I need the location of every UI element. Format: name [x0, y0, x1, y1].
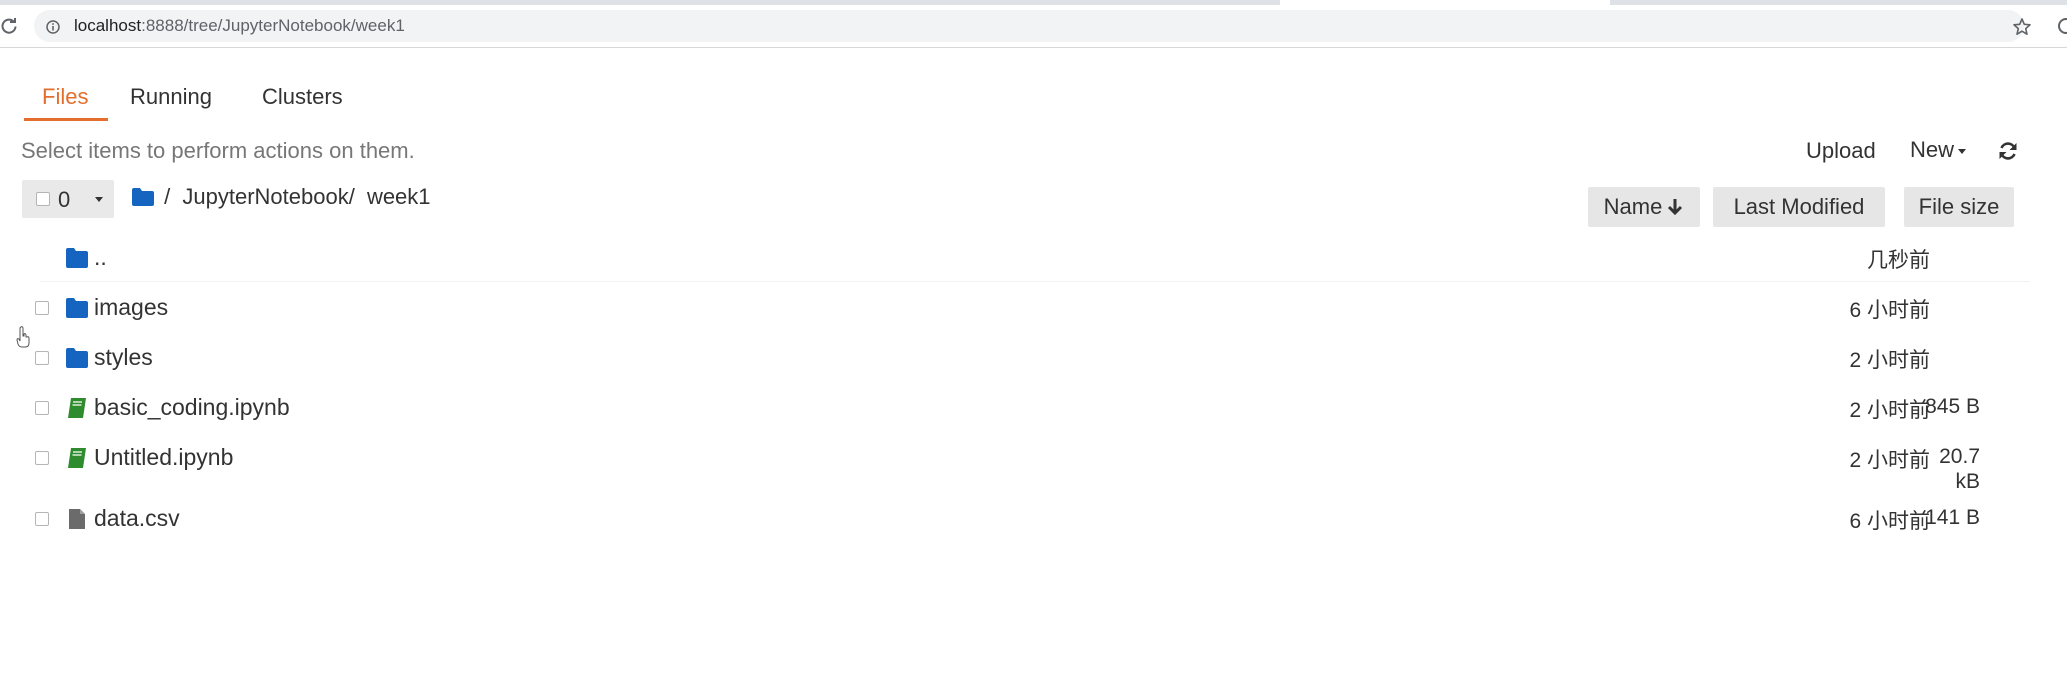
list-item[interactable]: data.csv 6 小时前 141 B [0, 501, 2030, 549]
new-dropdown-button[interactable]: New [1910, 137, 1967, 163]
file-name[interactable]: images [94, 294, 168, 321]
file-name[interactable]: data.csv [94, 505, 180, 532]
file-name[interactable]: styles [94, 344, 153, 371]
caret-down-icon[interactable] [95, 197, 103, 202]
caret-down-icon [1958, 148, 1967, 154]
breadcrumb-root[interactable]: / [164, 184, 170, 209]
file-name[interactable]: basic_coding.ipynb [94, 394, 290, 421]
file-modified: 6 小时前 [1849, 299, 1930, 322]
row-checkbox[interactable] [35, 451, 49, 465]
notebook-icon [68, 398, 86, 418]
file-modified: 6 小时前 [1849, 510, 1930, 533]
site-info-icon[interactable] [46, 20, 60, 34]
url-text: localhost:8888/tree/JupyterNotebook/week… [74, 16, 405, 36]
breadcrumb-part[interactable]: JupyterNotebook/ [182, 184, 354, 209]
list-item[interactable]: styles 2 小时前 [0, 340, 2030, 388]
file-size: 20.7 kB [1939, 445, 1980, 493]
row-checkbox[interactable] [35, 301, 49, 315]
upload-button[interactable]: Upload [1806, 138, 1876, 164]
reload-icon[interactable] [0, 17, 18, 35]
sort-by-name-button[interactable]: Name [1588, 187, 1700, 227]
arrow-down-icon [1668, 199, 1683, 216]
select-all-dropdown[interactable]: 0 [22, 180, 114, 218]
hand-cursor-icon [16, 326, 30, 348]
new-button-label: New [1910, 137, 1955, 162]
file-name[interactable]: .. [94, 244, 107, 271]
profile-icon[interactable] [2058, 18, 2067, 34]
file-modified: 2 小时前 [1849, 349, 1930, 372]
name-column-label: Name [1603, 194, 1663, 219]
tab-clusters[interactable]: Clusters [262, 84, 343, 110]
folder-icon [66, 298, 88, 318]
sort-by-file-size-button[interactable]: File size [1904, 187, 2014, 227]
tab-running[interactable]: Running [130, 84, 212, 110]
row-checkbox[interactable] [35, 401, 49, 415]
list-item[interactable]: basic_coding.ipynb 2 小时前 845 B [0, 390, 2030, 438]
selection-hint: Select items to perform actions on them. [21, 138, 415, 163]
folder-icon [66, 348, 88, 368]
select-all-checkbox[interactable] [36, 192, 50, 206]
file-icon [69, 509, 85, 529]
folder-icon [66, 248, 88, 268]
sort-by-last-modified-button[interactable]: Last Modified [1713, 187, 1885, 227]
file-size: 141 B [1925, 506, 1980, 529]
file-modified: 几秒前 [1867, 249, 1930, 272]
file-modified: 2 小时前 [1849, 399, 1930, 422]
active-tab-indicator [24, 118, 108, 121]
url-path: :8888/tree/JupyterNotebook/week1 [141, 16, 405, 35]
row-divider [40, 281, 2030, 282]
list-item[interactable]: images 6 小时前 [0, 290, 2030, 338]
notebook-icon [68, 448, 86, 468]
list-item[interactable]: Untitled.ipynb 2 小时前 20.7 kB [0, 440, 2030, 498]
file-size: 845 B [1925, 395, 1980, 418]
url-host: localhost [74, 16, 142, 35]
selected-count: 0 [58, 187, 71, 212]
refresh-icon[interactable] [1997, 140, 2019, 162]
tab-files[interactable]: Files [42, 84, 88, 110]
bookmark-star-icon[interactable] [2012, 17, 2032, 37]
browser-address-bar: localhost:8888/tree/JupyterNotebook/week… [0, 5, 2067, 48]
file-modified: 2 小时前 [1849, 449, 1930, 472]
breadcrumb: / JupyterNotebook/ week1 [132, 184, 437, 214]
file-name[interactable]: Untitled.ipynb [94, 444, 233, 471]
row-checkbox[interactable] [35, 512, 49, 526]
row-checkbox[interactable] [35, 351, 49, 365]
folder-icon[interactable] [132, 188, 154, 206]
breadcrumb-part[interactable]: week1 [367, 184, 431, 209]
